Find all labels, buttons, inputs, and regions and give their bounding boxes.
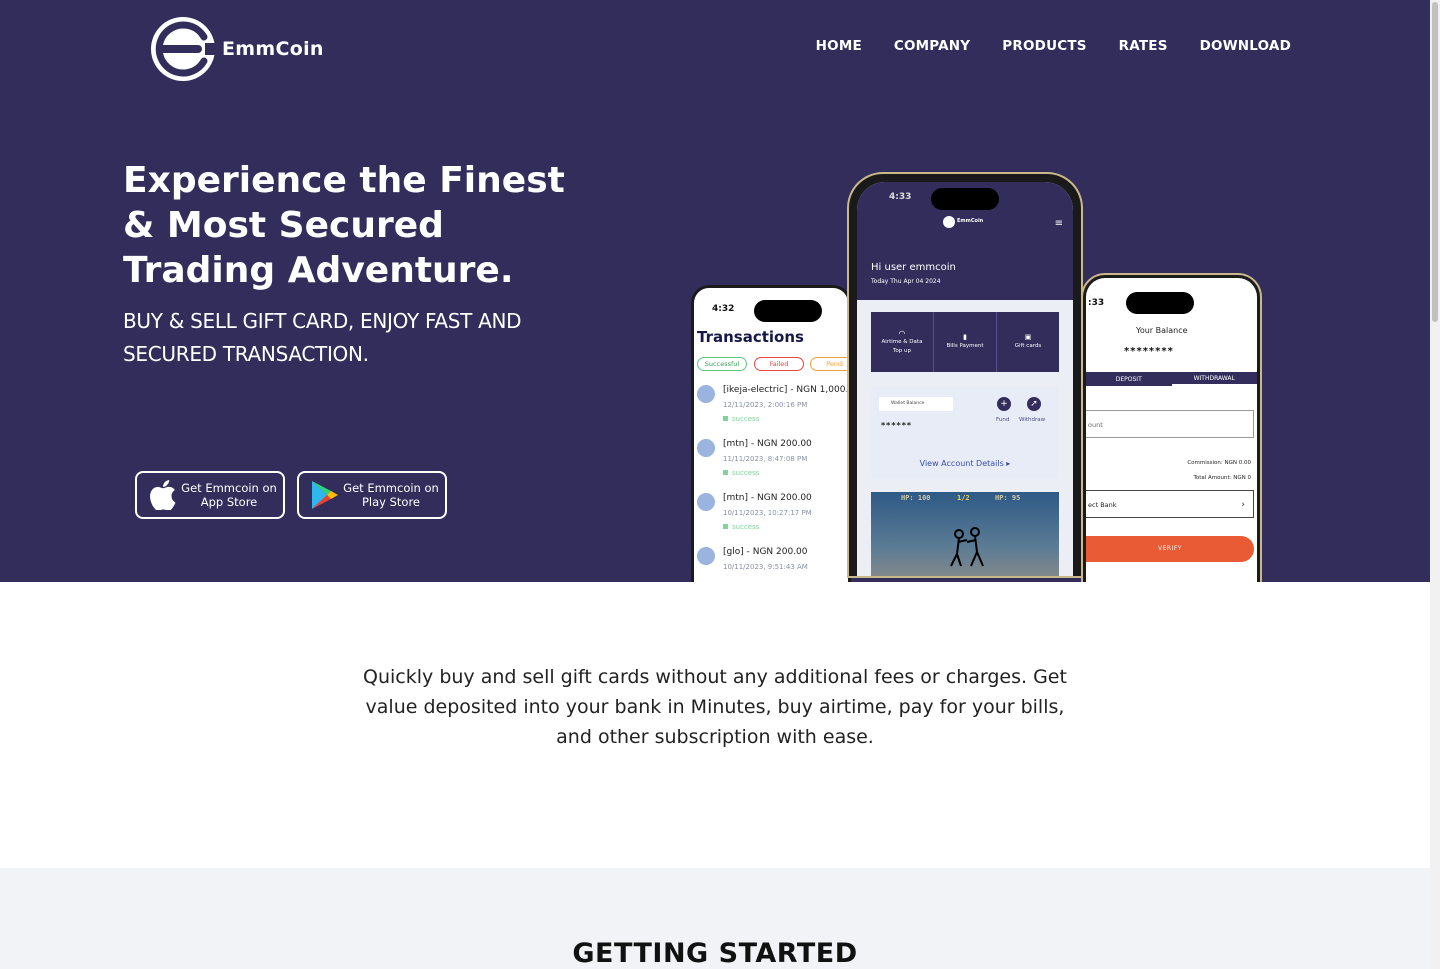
deposit-withdrawal-tabs: DEPOSIT WITHDRAWAL — [1086, 372, 1257, 386]
stick-fighters-icon — [950, 527, 984, 567]
page-scrollbar[interactable] — [1430, 0, 1440, 969]
transaction-title: [mtn] - NGN 200.00 — [723, 439, 812, 449]
play-store-label: Get Emmcoin on Play Store — [343, 481, 439, 509]
filter-successful[interactable]: Successful — [697, 357, 747, 371]
dynamic-island — [754, 300, 822, 322]
dynamic-island — [1126, 292, 1194, 314]
hero-section: EmmCoin HOME COMPANY PRODUCTS RATES DOWN… — [0, 0, 1430, 582]
getting-started-section: GETTING STARTED — [0, 868, 1430, 969]
tab-deposit[interactable]: DEPOSIT — [1086, 372, 1172, 386]
services-row: ◠ Airtime & Data Top up ▮ Bills Payment … — [871, 312, 1059, 372]
bill-icon: ▮ — [963, 333, 967, 341]
transaction-icon — [697, 547, 715, 565]
chevron-right-icon: › — [1241, 500, 1245, 510]
transaction-title: [mtn] - NGN 200.00 — [723, 493, 812, 503]
service-bills[interactable]: ▮ Bills Payment — [934, 312, 997, 372]
transaction-item[interactable]: [mtn] - NGN 200.00 11/11/2023, 8:47:08 P… — [697, 437, 847, 489]
commission-text: Commission: NGN 0.00 — [1187, 460, 1251, 466]
transaction-date: 11/11/2023, 8:47:08 PM — [723, 455, 808, 463]
transaction-icon — [697, 439, 715, 457]
fund-icon[interactable]: + — [997, 397, 1011, 411]
hero-title: Experience the Finest & Most Secured Tra… — [123, 160, 565, 291]
greeting-date: Today Thu Apr 04 2024 — [871, 278, 941, 285]
tab-withdrawal[interactable]: WITHDRAWAL — [1171, 372, 1257, 386]
transaction-title: [ikeja-electric] - NGN 1,000. — [723, 385, 849, 395]
dashboard-header: 4:33 EmmCoin ≡ Hi user emmcoin Today Thu… — [857, 182, 1073, 300]
scrollbar-thumb[interactable] — [1432, 2, 1438, 322]
service-gift-cards[interactable]: ▣ Gift cards — [997, 312, 1059, 372]
filter-pending[interactable]: Pendi — [810, 357, 848, 371]
app-store-label: Get Emmcoin on App Store — [181, 481, 277, 509]
apple-icon — [145, 480, 181, 510]
withdraw-label: Withdraw — [1019, 417, 1046, 423]
transaction-item[interactable]: [mtn] - NGN 200.00 10/11/2023, 10:27:17 … — [697, 491, 847, 543]
wifi-icon: ◠ — [898, 328, 906, 338]
hero-subtitle: BUY & SELL GIFT CARD, ENJOY FAST AND SEC… — [123, 309, 522, 366]
wallet-balance-label: Wallet Balance — [879, 397, 953, 411]
nav-products[interactable]: PRODUCTS — [1002, 38, 1086, 54]
amount-input[interactable]: ount — [1086, 410, 1254, 438]
fund-label: Fund — [996, 417, 1010, 423]
nav-rates[interactable]: RATES — [1119, 38, 1168, 54]
brand-name: EmmCoin — [222, 38, 324, 60]
transaction-date: 10/11/2023, 10:27:17 PM — [723, 509, 812, 517]
balance-label: Your Balance — [1136, 326, 1188, 335]
main-nav: HOME COMPANY PRODUCTS RATES DOWNLOAD — [816, 38, 1291, 54]
emmcoin-logo-icon — [148, 17, 219, 81]
select-bank-field[interactable]: ect Bank › — [1086, 490, 1254, 518]
greeting: Hi user emmcoin — [871, 262, 956, 273]
phone-withdrawal: :33 Your Balance ******** DEPOSIT WITHDR… — [1083, 275, 1260, 582]
getting-started-title: GETTING STARTED — [572, 938, 858, 969]
intro-section: Quickly buy and sell gift cards without … — [0, 582, 1430, 868]
app-store-button[interactable]: Get Emmcoin on App Store — [135, 471, 285, 519]
nav-download[interactable]: DOWNLOAD — [1200, 38, 1291, 54]
transaction-item[interactable]: [glo] - NGN 200.00 10/11/2023, 9:51:43 A… — [697, 545, 847, 582]
nav-home[interactable]: HOME — [816, 38, 862, 54]
withdraw-icon[interactable]: ➚ — [1027, 397, 1041, 411]
google-play-icon — [307, 480, 343, 510]
status-time: :33 — [1088, 298, 1105, 308]
menu-icon[interactable]: ≡ — [1055, 219, 1063, 229]
emmcoin-logo-icon — [943, 216, 955, 228]
total-amount-text: Total Amount: NGN 0 — [1193, 475, 1251, 481]
wallet-balance-value: ****** — [881, 421, 913, 430]
view-account-details-link[interactable]: View Account Details ▸ — [871, 459, 1059, 468]
transaction-item[interactable]: [ikeja-electric] - NGN 1,000. 12/11/2023… — [697, 383, 849, 435]
phone-dashboard: 4:33 EmmCoin ≡ Hi user emmcoin Today Thu… — [849, 174, 1081, 576]
status-time: 4:33 — [889, 192, 912, 202]
transactions-title: Transactions — [697, 328, 804, 346]
brand-logo[interactable]: EmmCoin — [148, 17, 328, 81]
filter-failed[interactable]: Failed — [754, 357, 804, 371]
game-banner[interactable]: HP: 100 1/2 HP: 95 — [871, 492, 1059, 576]
transaction-title: [glo] - NGN 200.00 — [723, 547, 808, 557]
intro-text: Quickly buy and sell gift cards without … — [363, 666, 1067, 748]
play-store-button[interactable]: Get Emmcoin on Play Store — [297, 471, 447, 519]
service-airtime[interactable]: ◠ Airtime & Data Top up — [871, 312, 934, 372]
wallet-card: Wallet Balance ****** + ➚ Fund Withdraw … — [871, 387, 1059, 479]
transaction-status: success — [723, 469, 759, 477]
nav-company[interactable]: COMPANY — [894, 38, 970, 54]
select-bank-label: ect Bank — [1088, 501, 1117, 509]
transaction-icon — [697, 385, 715, 403]
gift-icon: ▣ — [1024, 333, 1032, 341]
transaction-date: 12/11/2023, 2:00:16 PM — [723, 401, 808, 409]
transaction-status: success — [723, 415, 759, 423]
status-time: 4:32 — [712, 304, 735, 314]
transaction-status: success — [723, 523, 759, 531]
verify-button[interactable]: VERIFY — [1086, 536, 1254, 562]
brand-name: EmmCoin — [957, 218, 984, 224]
balance-value: ******** — [1124, 346, 1174, 357]
dynamic-island — [931, 188, 999, 210]
transaction-date: 10/11/2023, 9:51:43 AM — [723, 563, 808, 571]
transaction-icon — [697, 493, 715, 511]
dashboard-screen: 4:33 EmmCoin ≡ Hi user emmcoin Today Thu… — [857, 182, 1073, 576]
phone-transactions: 4:32 Transactions Successful Failed Pend… — [691, 285, 851, 582]
